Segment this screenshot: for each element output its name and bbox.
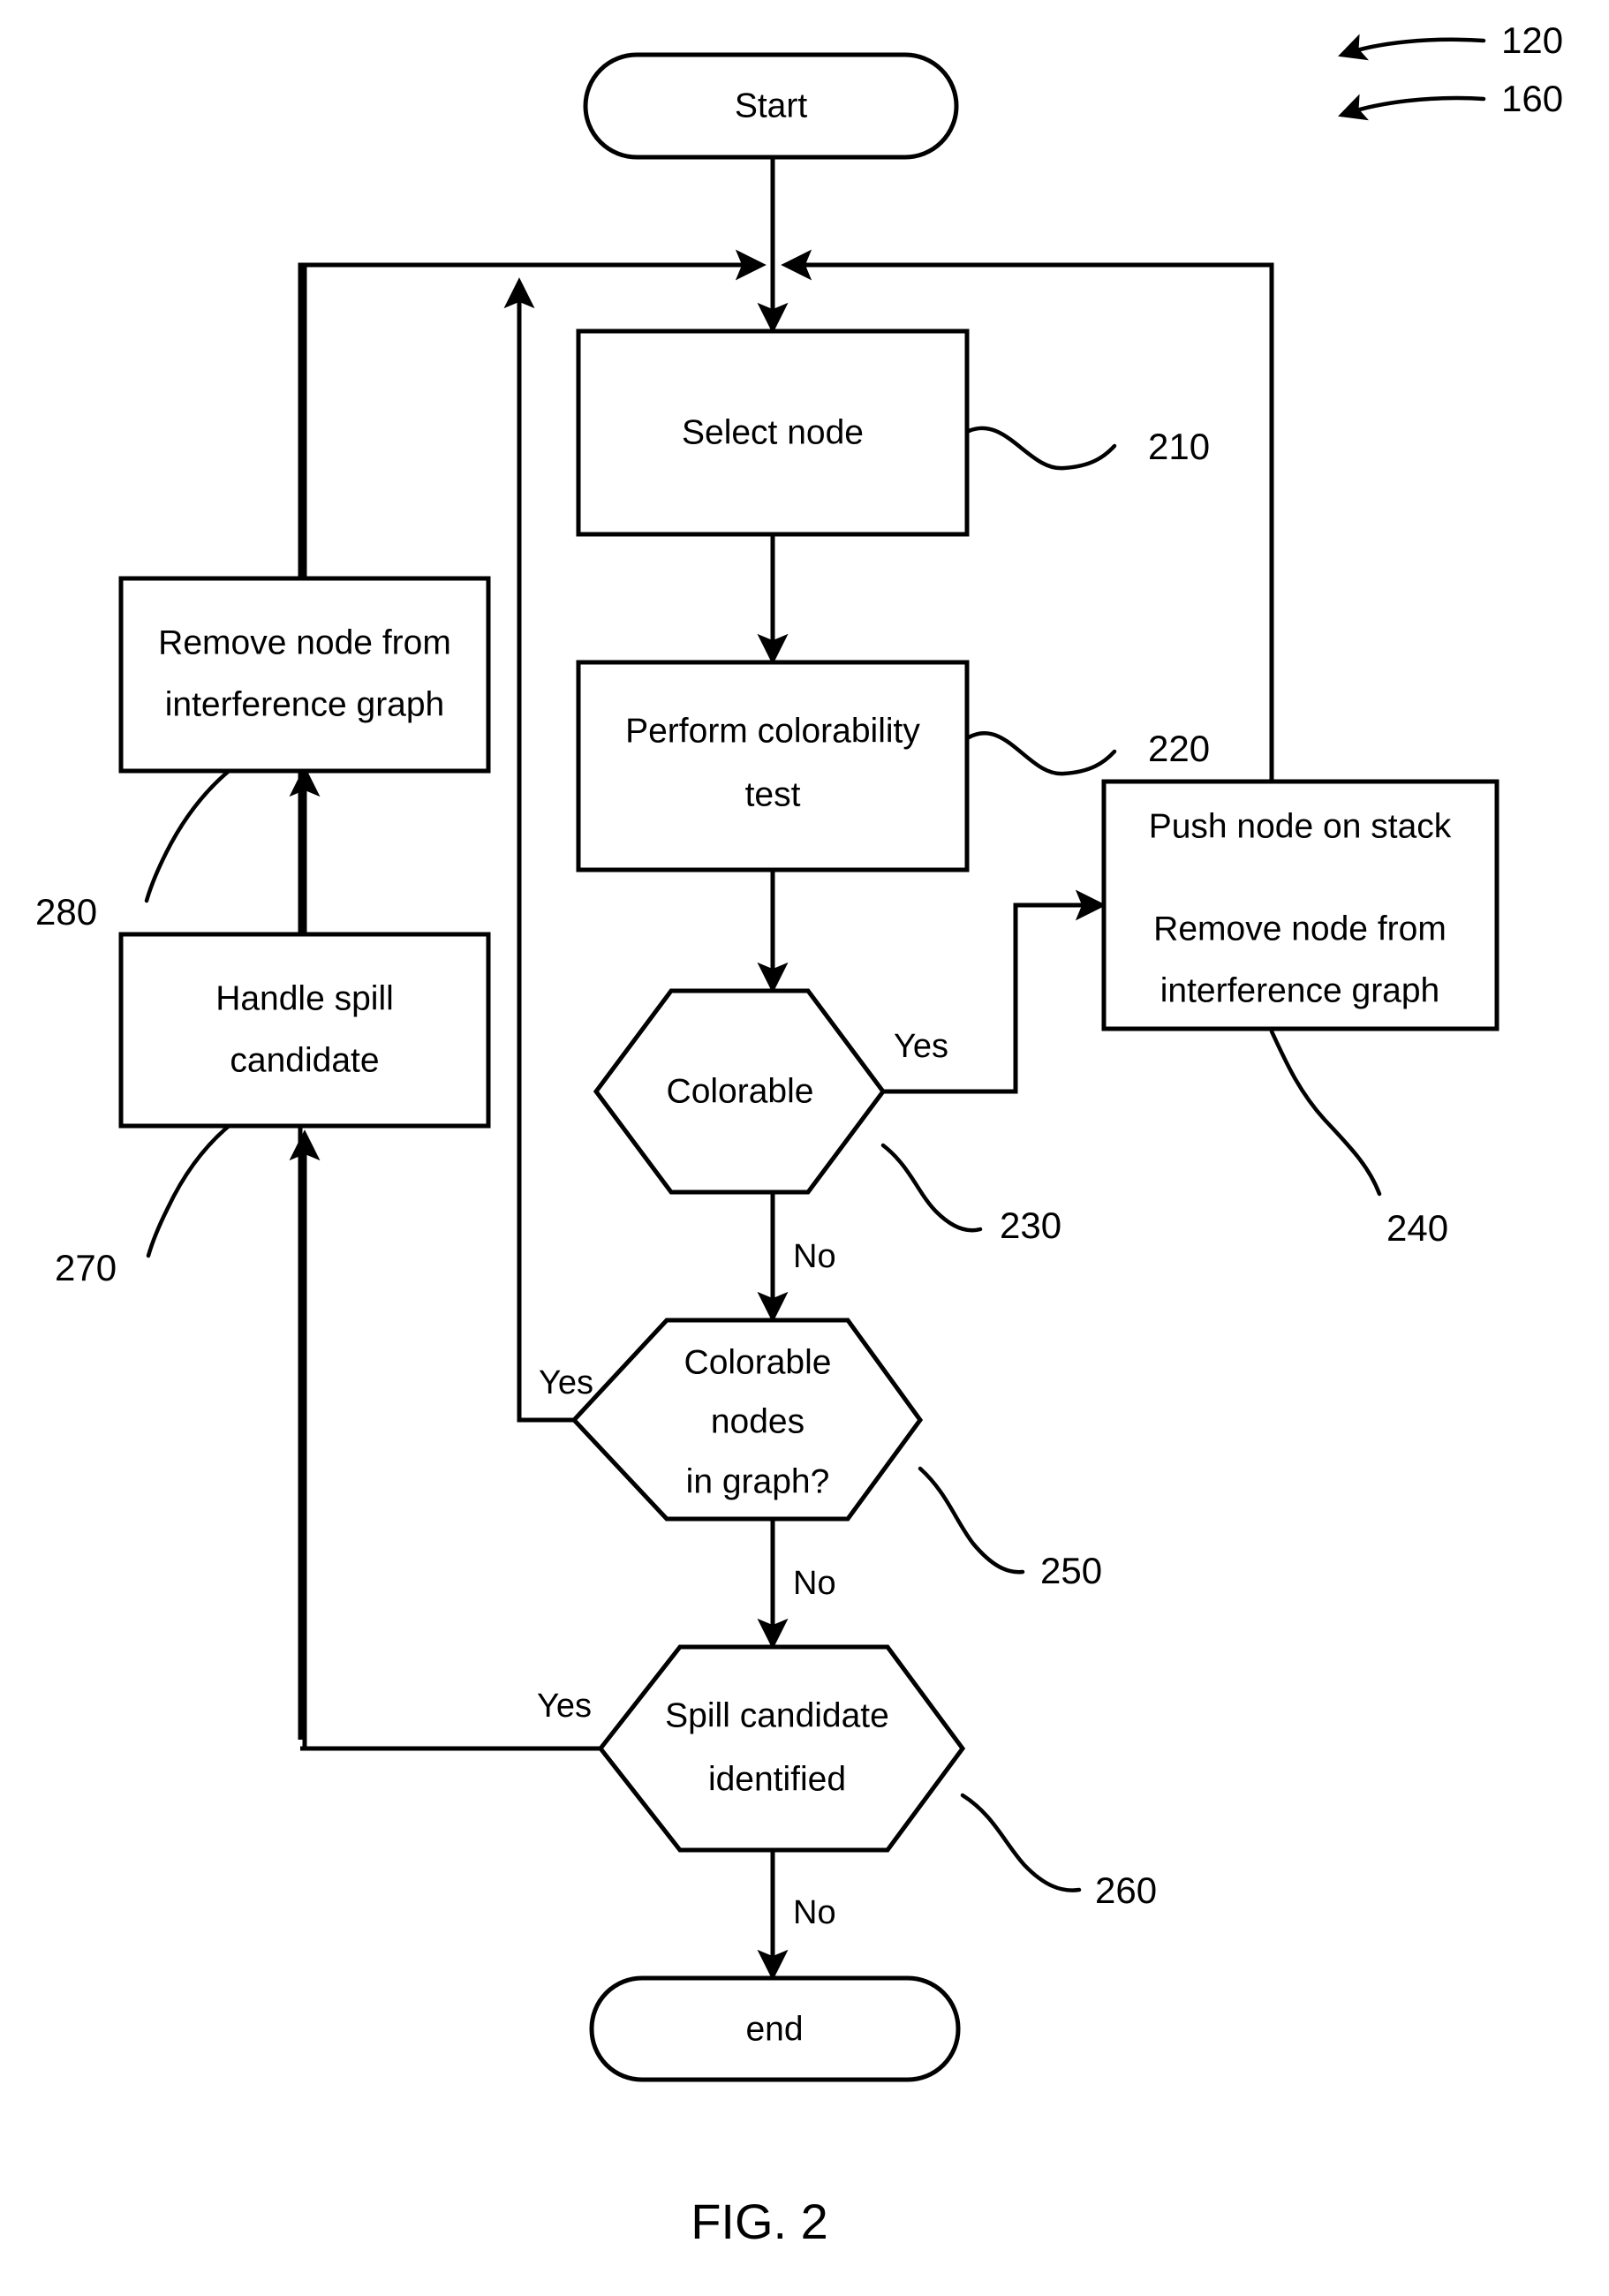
ref-210-leader (966, 426, 1117, 471)
ref-240-leader (1269, 1029, 1382, 1197)
select-node-label: Select node (682, 413, 864, 451)
callout-240: 240 (1269, 1029, 1448, 1249)
node-colorable-decision[interactable]: Colorable (593, 988, 887, 1195)
ref-160-leader (1338, 94, 1486, 121)
remove-node-line1: Remove node from (158, 623, 451, 661)
top-reference-callouts: 120 160 (1338, 19, 1563, 121)
figure-caption: FIG. 2 (691, 2194, 828, 2249)
end-label: end (745, 2010, 803, 2048)
spill-candidate-shape (597, 1644, 966, 1853)
node-end[interactable]: end (589, 1975, 961, 2082)
spill-candidate-line1: Spill candidate (665, 1696, 889, 1734)
ref-280-leader (144, 769, 230, 903)
callout-230: 230 (880, 1143, 1061, 1246)
remove-node-shape (118, 576, 491, 774)
colorability-test-line1: Perform colorability (625, 712, 920, 750)
ref-160-label: 160 (1501, 78, 1563, 119)
conn-nodes-yes-up-loop (503, 277, 574, 1423)
colorable-label: Colorable (667, 1072, 814, 1110)
node-spill-candidate-decision[interactable]: Spill candidate identified (597, 1644, 966, 1853)
ref-250-leader (918, 1466, 1025, 1575)
colorable-nodes-line3: in graph? (686, 1462, 830, 1500)
colorable-no-label: No (793, 1238, 836, 1275)
ref-120-leader (1338, 34, 1486, 61)
spill-yes-label: Yes (537, 1688, 592, 1725)
colorable-nodes-yes-label: Yes (539, 1364, 593, 1401)
flowchart-svg: 120 160 Start Select node 210 Perform co… (35, 19, 1563, 2249)
callout-280: 280 (35, 769, 230, 933)
spill-candidate-line2: identified (708, 1760, 846, 1798)
handle-spill-line2: candidate (230, 1041, 379, 1079)
callout-270: 270 (55, 1124, 230, 1288)
ref-220-label: 220 (1148, 728, 1210, 769)
spill-no-label: No (793, 1894, 836, 1931)
figure-sheet: 120 160 Start Select node 210 Perform co… (0, 0, 1609, 2296)
ref-250-label: 250 (1040, 1550, 1102, 1591)
node-select-node[interactable]: Select node (576, 329, 970, 537)
push-node-line3: interference graph (1160, 971, 1440, 1009)
colorability-test-shape (576, 660, 970, 872)
ref-270-label: 270 (55, 1247, 117, 1288)
ref-220-leader (966, 731, 1117, 776)
ref-260-label: 260 (1095, 1869, 1157, 1911)
node-colorability-test[interactable]: Perform colorability test (576, 660, 970, 872)
push-node-line1: Push node on stack (1149, 807, 1452, 845)
node-handle-spill[interactable]: Handle spill candidate (118, 932, 491, 1129)
ref-260-leader (960, 1793, 1082, 1892)
callout-260: 260 (960, 1793, 1157, 1911)
callout-220: 220 (966, 728, 1210, 776)
callout-210: 210 (966, 426, 1210, 471)
remove-node-line2: interference graph (165, 685, 445, 723)
handle-spill-shape (118, 932, 491, 1129)
ref-230-leader (880, 1143, 983, 1233)
ref-210-label: 210 (1148, 426, 1210, 467)
start-label: Start (735, 87, 808, 125)
push-node-line2: Remove node from (1153, 910, 1447, 948)
ref-240-label: 240 (1386, 1207, 1448, 1249)
colorable-nodes-line2: nodes (711, 1402, 804, 1440)
ref-280-label: 280 (35, 891, 97, 933)
colorable-nodes-no-label: No (793, 1565, 836, 1602)
colorable-yes-label: Yes (894, 1028, 948, 1065)
callout-250: 250 (918, 1466, 1102, 1591)
colorable-nodes-line1: Colorable (684, 1343, 832, 1381)
ref-230-label: 230 (1000, 1205, 1061, 1246)
node-start[interactable]: Start (583, 52, 959, 160)
node-push-node[interactable]: Push node on stack Remove node from inte… (1101, 779, 1499, 1031)
node-colorable-nodes-decision[interactable]: Colorable nodes in graph? (570, 1318, 924, 1522)
ref-270-leader (146, 1124, 230, 1258)
ref-120-label: 120 (1501, 19, 1563, 61)
node-remove-node[interactable]: Remove node from interference graph (118, 576, 491, 774)
colorability-test-line2: test (745, 775, 801, 813)
handle-spill-line1: Handle spill (215, 979, 394, 1017)
